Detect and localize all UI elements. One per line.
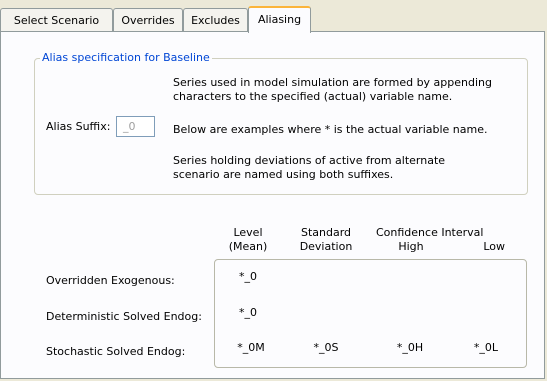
table-cell-std: *_0S xyxy=(313,341,339,354)
deviation-note-line-1: Series holding deviations of active from… xyxy=(173,154,446,167)
table-cell-level: *_0M xyxy=(237,341,265,354)
group-title: Alias specification for Baseline xyxy=(40,51,212,64)
header-mean: (Mean) xyxy=(228,240,268,253)
deviation-note-line-2: scenario are named using both suffixes. xyxy=(173,168,394,181)
alias-suffix-label: Alias Suffix: xyxy=(46,120,111,133)
row-label-stochastic-solved-endog: Stochastic Solved Endog: xyxy=(46,345,186,358)
tab-excludes[interactable]: Excludes xyxy=(183,8,248,32)
header-high: High xyxy=(398,240,424,253)
header-low: Low xyxy=(483,240,505,253)
tab-strip: Select Scenario Overrides Excludes Alias… xyxy=(0,6,547,33)
header-level: Level xyxy=(233,226,263,239)
table-cell-level: *_0 xyxy=(239,270,257,283)
tab-overrides[interactable]: Overrides xyxy=(113,8,183,32)
tab-aliasing[interactable]: Aliasing xyxy=(248,6,311,33)
description-line-2: characters to the specified (actual) var… xyxy=(173,90,453,103)
examples-note: Below are examples where * is the actual… xyxy=(173,123,488,136)
row-label-overridden-exogenous: Overridden Exogenous: xyxy=(46,274,175,287)
header-standard: Standard xyxy=(300,226,352,239)
row-label-deterministic-solved-endog: Deterministic Solved Endog: xyxy=(46,310,202,323)
table-cell-level: *_0 xyxy=(239,306,257,319)
table-cell-high: *_0H xyxy=(396,341,424,354)
header-confidence-interval: Confidence Interval xyxy=(376,226,484,239)
table-cell-low: *_0L xyxy=(473,341,499,354)
tab-select-scenario[interactable]: Select Scenario xyxy=(0,8,113,32)
description-line-1: Series used in model simulation are form… xyxy=(173,76,492,89)
header-deviation: Deviation xyxy=(299,240,353,253)
alias-suffix-input[interactable]: _0 xyxy=(116,116,155,137)
